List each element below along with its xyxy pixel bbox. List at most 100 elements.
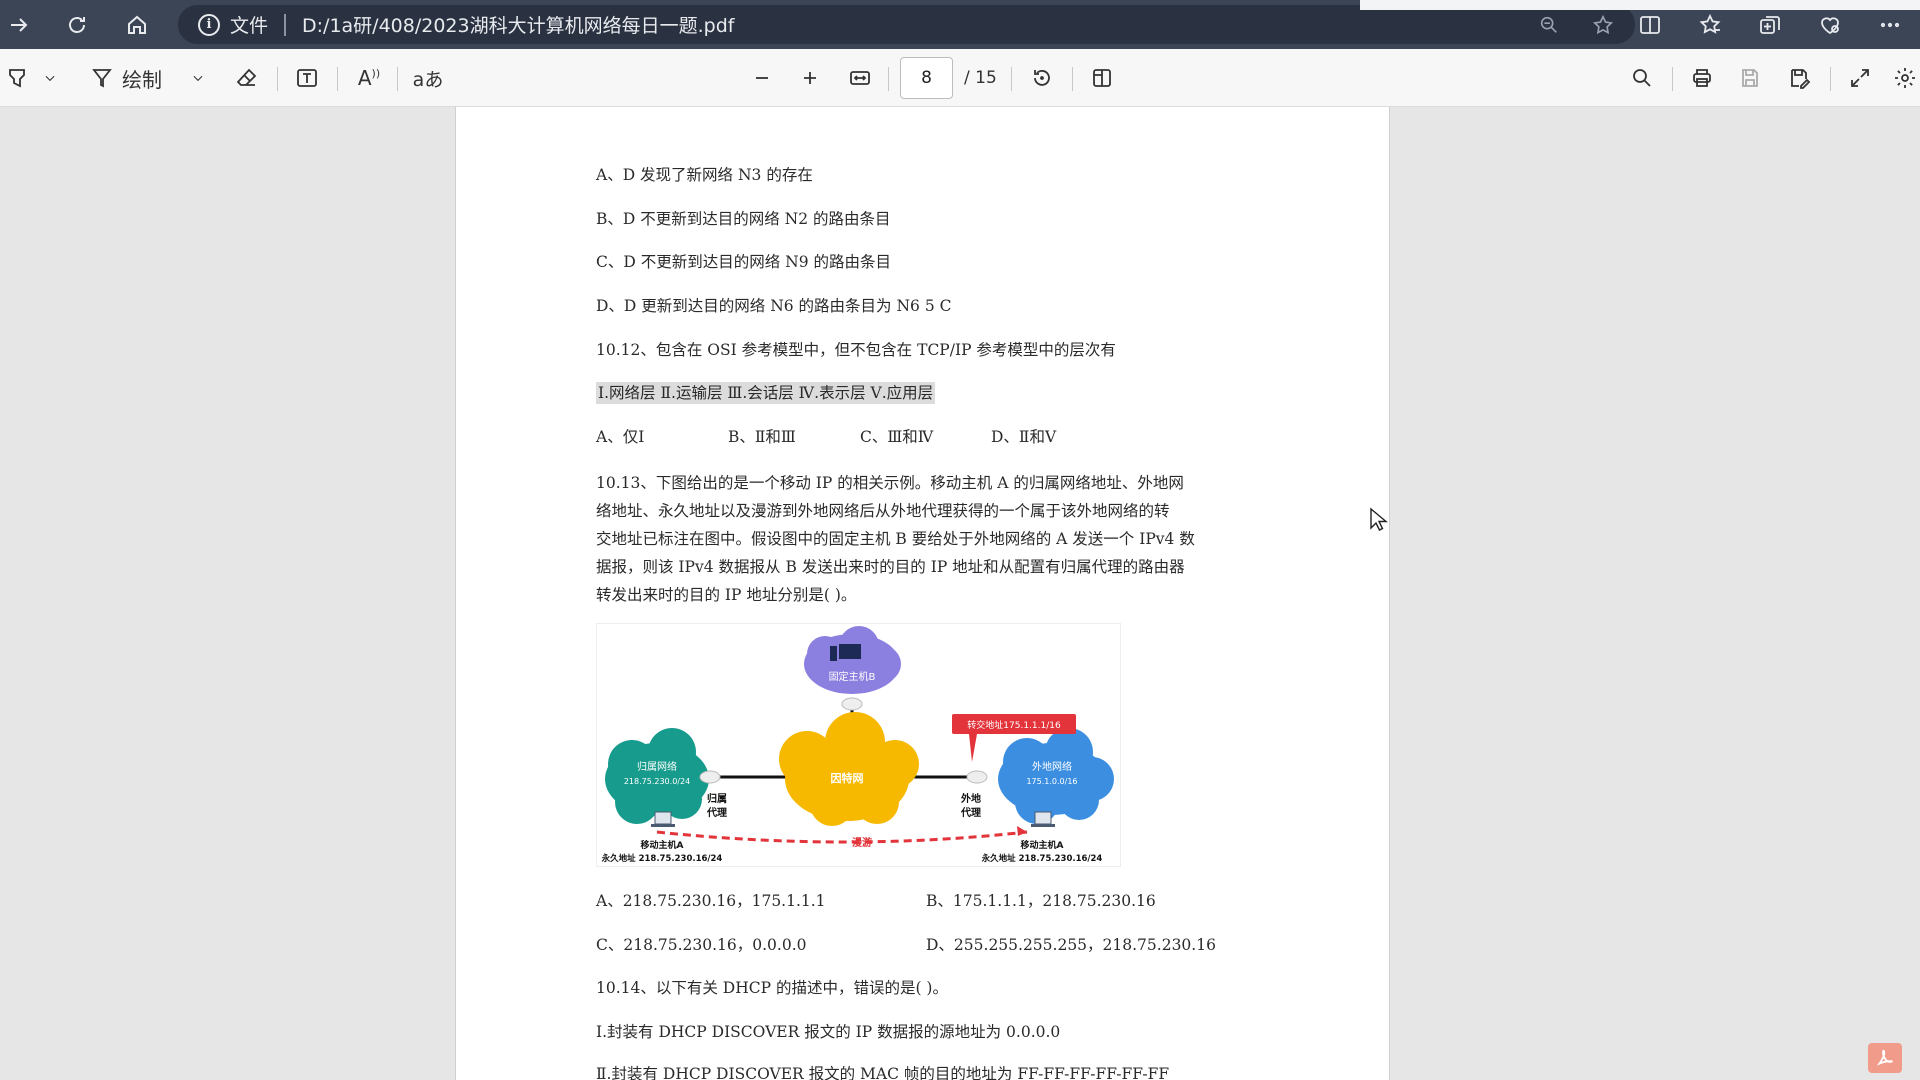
option-line: B、175.1.1.1，218.75.230.16: [926, 892, 1156, 910]
toolbar-separator: [1011, 67, 1012, 91]
option-line: D、Ⅱ和Ⅴ: [991, 428, 1057, 446]
foreign-network-cloud: 外地网络 175.1.0.0/16 外地 代理: [960, 728, 1114, 824]
save-as-icon: [1791, 69, 1811, 89]
address-separator: [284, 13, 287, 36]
option-line: D、D 更新到达目的网络 N6 的路由条目为 N6 5 C: [596, 297, 952, 315]
chevron-down-icon: [193, 75, 203, 82]
save-button[interactable]: [1733, 61, 1767, 95]
roam-label: 漫游: [852, 836, 872, 849]
care-of-label: 转交地址175.1.1.1/16: [967, 719, 1061, 731]
collections-icon[interactable]: [1740, 10, 1800, 40]
refresh-button[interactable]: [60, 8, 94, 42]
zoom-out-button[interactable]: [745, 61, 779, 95]
url-text[interactable]: D:/1a研/408/2023湖科大计算机网络每日一题.pdf: [302, 11, 734, 38]
option-line: D、255.255.255.255，218.75.230.16: [926, 936, 1216, 954]
forward-button[interactable]: [2, 8, 36, 42]
toolbar-separator: [397, 67, 398, 91]
option-line: C、Ⅲ和Ⅳ: [860, 428, 934, 446]
eraser-icon: [236, 68, 257, 86]
option-line: B、Ⅱ和Ⅲ: [728, 428, 796, 446]
save-icon: [1742, 69, 1758, 87]
page-total: / 15: [964, 68, 997, 88]
option-line: A、仅Ⅰ: [596, 428, 645, 446]
page-number-input[interactable]: 8: [900, 57, 953, 99]
option-line: A、218.75.230.16，175.1.1.1: [596, 892, 826, 910]
toolbar-separator: [1072, 67, 1073, 91]
fixed-host-label: 固定主机B: [829, 670, 876, 683]
pdf-app-icon[interactable]: [1868, 1043, 1902, 1073]
foreign-agent-label: 外地: [960, 792, 981, 805]
option-line: C、D 不更新到达目的网络 N9 的路由条目: [596, 253, 891, 271]
pdf-page: A、D 发现了新网络 N3 的存在 B、D 不更新到达目的网络 N2 的路由条目…: [455, 107, 1390, 1080]
address-bar[interactable]: i 文件 D:/1a研/408/2023湖科大计算机网络每日一题.pdf: [178, 5, 1635, 44]
erase-button[interactable]: [230, 61, 264, 95]
home-button[interactable]: [120, 8, 154, 42]
text-box-icon: [297, 69, 317, 87]
toolbar-separator: [1830, 67, 1831, 91]
toolbar-separator: [277, 67, 278, 91]
more-menu-icon[interactable]: [1860, 10, 1920, 40]
page-view-button[interactable]: [1085, 61, 1119, 95]
foreign-net-label: 外地网络: [1032, 760, 1072, 773]
pdf-viewer[interactable]: A、D 发现了新网络 N3 的存在 B、D 不更新到达目的网络 N2 的路由条目…: [0, 107, 1920, 1080]
minus-icon: [756, 77, 768, 79]
mobile-ip-diagram: 固定主机B 因特网 归属网络 218.75.230.0/24 归属 代理 外地网…: [596, 623, 1121, 867]
highlighted-items: Ⅰ.网络层 Ⅱ.运输层 Ⅲ.会话层 Ⅳ.表示层 Ⅴ.应用层: [596, 381, 936, 404]
read-aloud-icon: A: [357, 66, 372, 90]
draw-dropdown[interactable]: [186, 61, 210, 95]
pdf-toolbar: 绘制 A)) aあ 8 / 15: [0, 49, 1920, 107]
draw-label: 绘制: [122, 67, 162, 92]
fixed-host-cloud: 固定主机B: [804, 626, 901, 711]
translate-button[interactable]: aあ: [410, 61, 446, 95]
read-aloud-button[interactable]: A)): [352, 61, 386, 95]
highlight-dropdown[interactable]: [38, 61, 62, 95]
fit-width-icon: [850, 71, 870, 85]
split-screen-icon[interactable]: [1620, 10, 1680, 40]
text-highlight: Ⅰ.网络层 Ⅱ.运输层 Ⅲ.会话层 Ⅳ.表示层 Ⅴ.应用层: [596, 382, 936, 404]
rotate-button[interactable]: [1025, 61, 1059, 95]
mouse-cursor-icon: [1370, 507, 1388, 531]
fullscreen-button[interactable]: [1843, 61, 1877, 95]
highlight-button[interactable]: [2, 61, 32, 95]
option-line: A、D 发现了新网络 N3 的存在: [596, 166, 813, 184]
foreign-agent-label: 代理: [960, 806, 981, 819]
settings-button[interactable]: [1890, 61, 1920, 95]
pen-icon: [92, 69, 112, 88]
arrow-right-icon: [11, 18, 28, 32]
browser-titlebar: i 文件 D:/1a研/408/2023湖科大计算机网络每日一题.pdf: [0, 0, 1920, 49]
paragraph-line: 10.13、下图给出的是一个移动 IP 的相关示例。移动主机 A 的归属网络地址…: [596, 474, 1184, 492]
favorites-icon[interactable]: [1680, 10, 1740, 40]
toolbar-separator: [888, 67, 889, 91]
toolbar-separator: [1672, 67, 1673, 91]
print-button[interactable]: [1685, 61, 1719, 95]
question-text: 10.14、以下有关 DHCP 的描述中，错误的是( )。: [596, 979, 948, 997]
printer-icon: [1693, 69, 1711, 87]
draw-button[interactable]: 绘制: [90, 61, 180, 95]
fit-width-button[interactable]: [843, 61, 877, 95]
foreign-net-addr: 175.1.0.0/16: [1026, 777, 1077, 786]
favorite-star-icon[interactable]: [1589, 11, 1617, 39]
internet-cloud: 因特网: [779, 712, 919, 826]
add-text-button[interactable]: [290, 61, 324, 95]
translate-icon: aあ: [412, 68, 444, 91]
zoom-in-button[interactable]: [793, 61, 827, 95]
home-net-addr: 218.75.230.0/24: [624, 777, 690, 786]
highlighter-icon: [9, 69, 25, 88]
perm-addr-left: 永久地址 218.75.230.16/24: [601, 853, 723, 864]
info-icon[interactable]: i: [198, 13, 220, 36]
plus-icon: [804, 72, 816, 84]
option-line: C、218.75.230.16，0.0.0.0: [596, 936, 807, 954]
mobile-host-left: [651, 811, 675, 827]
search-button[interactable]: [1625, 61, 1659, 95]
paragraph-line: 交地址已标注在图中。假设图中的固定主机 B 要给处于外地网络的 A 发送一个 I…: [596, 530, 1195, 548]
zoom-out-icon[interactable]: [1535, 11, 1563, 39]
host-label-left: 移动主机A: [641, 839, 684, 851]
home-network-cloud: 归属网络 218.75.230.0/24 归属 代理: [605, 728, 727, 824]
scheme-label: 文件: [230, 15, 269, 37]
save-as-button[interactable]: [1782, 61, 1816, 95]
browser-essentials-icon[interactable]: [1800, 10, 1860, 40]
option-line: B、D 不更新到达目的网络 N2 的路由条目: [596, 210, 891, 228]
perm-addr-right: 永久地址 218.75.230.16/24: [981, 853, 1103, 864]
title-strip: [1360, 0, 1920, 10]
gear-icon: [1895, 68, 1915, 88]
